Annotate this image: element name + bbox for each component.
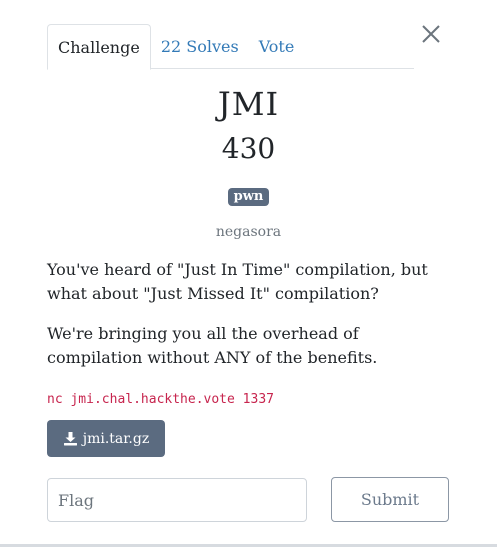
download-file-button[interactable]: jmi.tar.gz — [47, 420, 165, 457]
description-text: You've heard of "Just In Time" compilati… — [47, 260, 428, 303]
tab-challenge-label: Challenge — [58, 37, 140, 57]
connection-command: nc jmi.chal.hackthe.vote 1337 — [47, 392, 274, 407]
download-icon — [63, 431, 78, 446]
submit-button[interactable]: Submit — [331, 477, 449, 522]
close-button[interactable] — [420, 23, 442, 45]
tab-challenge[interactable]: Challenge — [47, 24, 151, 70]
description-paragraph: You've heard of "Just In Time" compilati… — [47, 258, 457, 306]
flag-input[interactable] — [47, 478, 307, 522]
challenge-name: JMI — [217, 85, 280, 123]
challenge-value: 430 — [221, 132, 276, 165]
description-text: We're bringing you all the overhead of c… — [47, 324, 378, 367]
tab-vote[interactable]: Vote — [249, 24, 305, 69]
close-icon — [420, 23, 442, 45]
file-name: jmi.tar.gz — [82, 430, 150, 447]
description-paragraph: We're bringing you all the overhead of c… — [47, 322, 457, 370]
tab-solves-label: 22 Solves — [160, 37, 239, 56]
challenge-author: negasora — [215, 224, 282, 240]
tab-solves[interactable]: 22 Solves — [151, 24, 249, 69]
challenge-tabs: Challenge 22 Solves Vote — [47, 24, 414, 70]
category-badge: pwn — [227, 188, 270, 206]
tab-vote-label: Vote — [258, 37, 295, 56]
challenge-modal: Challenge 22 Solves Vote JMI 430 pwn neg… — [0, 0, 497, 547]
category-badge-wrap: pwn — [0, 185, 497, 206]
